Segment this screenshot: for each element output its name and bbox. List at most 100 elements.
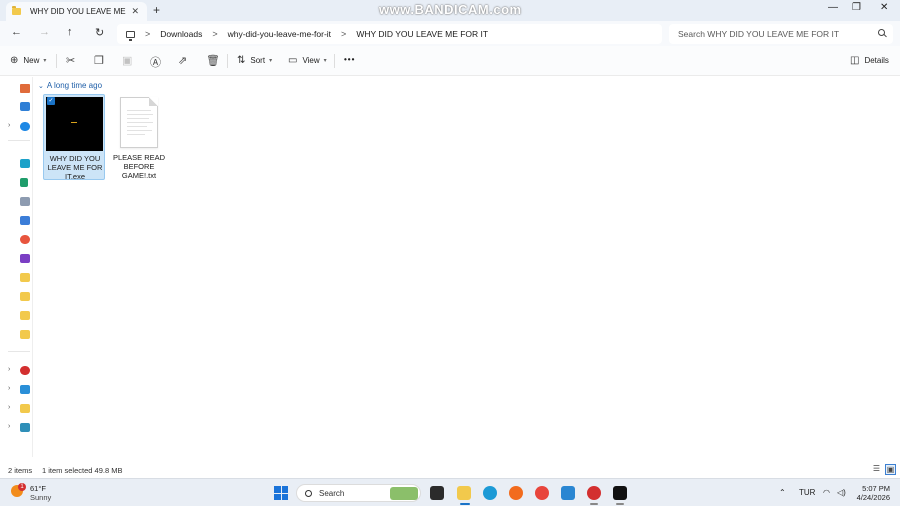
app-icon[interactable] — [561, 486, 575, 500]
details-view-icon[interactable]: ☰ — [871, 464, 882, 475]
breadcrumb-separator: > — [341, 29, 347, 39]
sort-button[interactable]: ⇅ Sort ▾ — [237, 55, 272, 66]
wifi-icon[interactable]: ◠ — [823, 488, 830, 497]
weather-temperature[interactable]: 61°F — [30, 484, 46, 493]
chevron-down-icon: ▾ — [269, 58, 273, 64]
toolbar-divider — [334, 54, 335, 68]
chevron-right-icon[interactable]: › — [8, 366, 10, 373]
delete-icon[interactable]: 🗑 — [206, 54, 220, 67]
drive-icon[interactable] — [20, 404, 30, 413]
close-window-button[interactable]: ✕ — [880, 2, 888, 13]
clock-date[interactable]: 4/24/2026 — [850, 493, 890, 502]
file-name: PLEASE READ BEFORE GAME!.txt — [112, 153, 166, 180]
task-view-icon[interactable] — [430, 486, 444, 500]
folder-icon[interactable] — [20, 311, 30, 320]
show-hidden-icons[interactable]: ⌃ — [779, 488, 786, 497]
game-face-icon — [71, 122, 77, 126]
text-document-icon — [120, 97, 158, 148]
breadcrumb-separator: > — [212, 29, 218, 39]
chrome-icon[interactable] — [535, 486, 549, 500]
home-icon[interactable] — [20, 84, 30, 93]
running-app-indicator — [616, 503, 624, 505]
bandicam-watermark: www.BANDICAM.com — [379, 2, 522, 17]
large-icons-view-icon[interactable]: ▣ — [885, 464, 896, 475]
view-icon: ▭ — [288, 55, 298, 66]
pictures-icon[interactable] — [20, 216, 30, 225]
file-view: ⌄ A long time ago ✓ WHY DID YOU LEAVE ME… — [34, 77, 900, 461]
paste-icon[interactable]: ▣ — [122, 54, 132, 67]
this-pc-icon[interactable] — [20, 385, 30, 394]
weather-badge: 1 — [18, 483, 26, 491]
rename-icon[interactable]: Ⓐ — [150, 54, 161, 70]
more-options-button[interactable]: ••• — [344, 55, 355, 64]
breadcrumb-separator: > — [145, 29, 151, 39]
sidebar-divider — [8, 140, 30, 141]
copy-icon[interactable]: ❐ — [94, 54, 104, 67]
back-button[interactable]: ← — [11, 26, 22, 38]
minimize-button[interactable]: — — [828, 2, 838, 13]
bandicam-icon[interactable] — [587, 486, 601, 500]
windows-start-icon[interactable] — [274, 486, 288, 500]
folder-icon[interactable] — [20, 273, 30, 282]
chevron-right-icon[interactable]: › — [8, 404, 10, 411]
tab-title: WHY DID YOU LEAVE ME FOR — [30, 7, 126, 16]
view-button[interactable]: ▭ View ▾ — [288, 55, 327, 66]
network-icon[interactable] — [20, 423, 30, 432]
chevron-right-icon[interactable]: › — [8, 423, 10, 430]
sidebar-scrollbar[interactable] — [32, 77, 33, 457]
folder-icon[interactable] — [20, 292, 30, 301]
file-item-txt[interactable]: PLEASE READ BEFORE GAME!.txt — [113, 97, 178, 183]
clock-time[interactable]: 5:07 PM — [855, 484, 890, 493]
game-icon[interactable] — [613, 486, 627, 500]
folder-icon[interactable] — [20, 330, 30, 339]
status-bar: 2 items 1 item selected 49.8 MB ☰ ▣ — [0, 461, 900, 478]
edge-icon[interactable] — [483, 486, 497, 500]
music-icon[interactable] — [20, 235, 30, 244]
breadcrumb-parent-folder[interactable]: why-did-you-leave-me-for-it — [228, 29, 331, 39]
onedrive-icon[interactable] — [20, 122, 30, 131]
taskbar-search[interactable]: Search — [296, 484, 421, 502]
weather-condition[interactable]: Sunny — [30, 493, 51, 502]
group-header[interactable]: ⌄ A long time ago — [38, 81, 102, 90]
sidebar-divider — [8, 351, 30, 352]
explorer-tab[interactable]: WHY DID YOU LEAVE ME FOR ✕ — [6, 2, 147, 21]
breadcrumb-current-folder[interactable]: WHY DID YOU LEAVE ME FOR IT — [356, 29, 488, 39]
downloads-icon[interactable] — [20, 178, 28, 187]
breadcrumb-downloads[interactable]: Downloads — [160, 29, 202, 39]
volume-icon[interactable]: ◁) — [837, 488, 846, 497]
language-indicator[interactable]: TUR — [799, 488, 815, 497]
toolbar-divider — [56, 54, 57, 68]
maximize-button[interactable]: ❐ — [852, 2, 861, 13]
refresh-button[interactable]: ↻ — [95, 26, 104, 39]
details-button[interactable]: ◫ Details — [850, 55, 889, 66]
close-tab-icon[interactable]: ✕ — [131, 6, 139, 17]
view-label: View — [302, 56, 320, 65]
file-item-exe[interactable]: ✓ WHY DID YOU LEAVE ME FOR IT.exe — [43, 94, 105, 181]
gallery-icon[interactable] — [20, 102, 30, 111]
cut-icon[interactable]: ✂ — [66, 54, 75, 67]
checkbox-icon[interactable]: ✓ — [47, 97, 55, 105]
new-button[interactable]: ⊕ New ▾ — [10, 55, 46, 66]
file-explorer-icon[interactable] — [457, 486, 471, 500]
desktop-icon[interactable] — [20, 159, 30, 168]
folder-icon — [12, 6, 21, 15]
taskbar: 1 61°F Sunny Search ⌃ TUR ◠ ◁) 5:07 PM 4… — [0, 478, 900, 506]
chevron-right-icon[interactable]: › — [8, 385, 10, 392]
chevron-right-icon[interactable]: › — [8, 122, 10, 129]
search-input[interactable]: Search WHY DID YOU LEAVE ME FOR IT — [669, 24, 893, 44]
search-highlight-image — [390, 487, 418, 500]
address-bar[interactable]: > Downloads > why-did-you-leave-me-for-i… — [117, 24, 662, 44]
forward-button[interactable]: → — [39, 26, 50, 38]
chevron-down-icon: ▾ — [323, 58, 327, 64]
videos-icon[interactable] — [20, 254, 30, 263]
address-row: ← → ↑ ↻ > Downloads > why-did-you-leave-… — [0, 21, 900, 46]
command-bar: ⊕ New ▾ ✂ ❐ ▣ Ⓐ ⇗ 🗑 ⇅ Sort ▾ ▭ View ▾ ••… — [0, 46, 900, 76]
share-icon[interactable]: ⇗ — [178, 54, 187, 67]
firefox-icon[interactable] — [509, 486, 523, 500]
documents-icon[interactable] — [20, 197, 30, 206]
active-app-indicator — [460, 503, 470, 505]
up-button[interactable]: ↑ — [67, 26, 73, 38]
title-bar: WHY DID YOU LEAVE ME FOR ✕ + www.BANDICA… — [0, 0, 900, 21]
mega-icon[interactable] — [20, 366, 30, 375]
new-tab-button[interactable]: + — [153, 3, 160, 17]
